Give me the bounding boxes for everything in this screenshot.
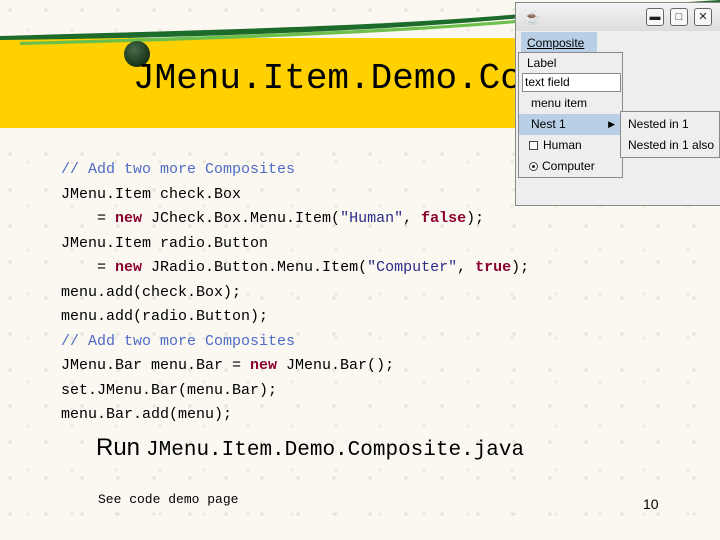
code-line: menu.add(radio.Button); <box>61 305 529 330</box>
run-filename: JMenu.Item.Demo.Composite.java <box>146 439 525 462</box>
code-token: = <box>61 259 116 276</box>
code-token: false <box>421 210 467 227</box>
code-block: // Add two more Composites JMenu.Item che… <box>61 158 529 428</box>
code-token: "Human" <box>340 210 404 227</box>
code-token: , <box>403 210 422 227</box>
menu-item[interactable]: menu item <box>519 93 622 114</box>
code-token: JRadio.Button.Menu.Item( <box>142 259 368 276</box>
code-token: new <box>115 210 143 227</box>
code-token: // Add two more Composites <box>61 332 296 350</box>
menu-radio-computer[interactable]: Computer <box>519 156 622 177</box>
code-token: JMenu.Bar menu.Bar = <box>61 357 251 374</box>
page-number: 10 <box>643 496 659 512</box>
submenu-item-nested-in-1-also[interactable]: Nested in 1 also <box>628 135 714 156</box>
code-line: = new JRadio.Button.Menu.Item("Computer"… <box>61 256 529 281</box>
code-token: true <box>475 259 512 276</box>
see-code-note: See code demo page <box>98 492 239 507</box>
radio-selected-icon <box>529 162 538 172</box>
code-line: menu.Bar.add(menu); <box>61 403 529 428</box>
code-line: JMenu.Bar menu.Bar = new JMenu.Bar(); <box>61 354 529 379</box>
close-button[interactable]: ✕ <box>694 8 712 26</box>
menu-bar: Composite <box>518 32 718 54</box>
code-line: menu.add(check.Box); <box>61 281 529 306</box>
maximize-button[interactable]: □ <box>670 8 688 26</box>
run-label: Run <box>96 434 141 461</box>
code-token: = <box>61 210 116 227</box>
code-token: set.JMenu.Bar(menu.Bar); <box>61 381 278 399</box>
code-token: JMenu.Item check.Box <box>61 185 242 203</box>
code-line: JMenu.Item radio.Button <box>61 232 529 257</box>
menu-composite[interactable]: Composite <box>521 32 597 54</box>
code-token: menu.Bar.add(menu); <box>61 406 233 423</box>
menu-nest-1-label: Nest 1 <box>531 117 566 131</box>
run-line: Run JMenu.Item.Demo.Composite.java <box>96 434 524 462</box>
radio-label: Computer <box>542 159 595 173</box>
code-token: JMenu.Bar(); <box>277 357 395 374</box>
window-titlebar[interactable]: ☕ ▬ □ ✕ <box>516 3 720 31</box>
submenu-item-nested-in-1[interactable]: Nested in 1 <box>628 114 689 135</box>
java-cup-icon: ☕ <box>524 10 541 25</box>
menu-nest-1[interactable]: Nest 1 ▶ <box>519 114 622 135</box>
code-token: menu.add(check.Box); <box>61 283 242 301</box>
code-line: // Add two more Composites <box>61 158 529 183</box>
code-token: , <box>457 259 476 276</box>
code-line: // Add two more Composites <box>61 330 529 355</box>
composite-menu-popup: Label text field menu item Nest 1 ▶ Huma… <box>518 52 623 178</box>
nest-1-submenu: Nested in 1 Nested in 1 also <box>620 111 720 158</box>
menu-checkbox-human[interactable]: Human <box>519 135 622 156</box>
code-token: JMenu.Item radio.Button <box>61 234 269 252</box>
checkbox-label: Human <box>543 138 582 152</box>
code-token: JCheck.Box.Menu.Item( <box>142 210 341 227</box>
code-token: ); <box>511 259 530 276</box>
code-token: new <box>250 357 278 374</box>
code-line: JMenu.Item check.Box <box>61 183 529 208</box>
code-token: // Add two more Composites <box>61 161 296 178</box>
submenu-arrow-icon: ▶ <box>608 119 615 129</box>
menu-text-field[interactable]: text field <box>522 73 621 92</box>
code-line: = new JCheck.Box.Menu.Item("Human", fals… <box>61 207 529 232</box>
menu-label: Label <box>527 56 557 70</box>
code-line: set.JMenu.Bar(menu.Bar); <box>61 379 529 404</box>
checkbox-icon <box>529 141 538 151</box>
code-token: "Computer" <box>367 259 458 276</box>
code-token: ); <box>466 210 485 227</box>
slide-title: JMenu.Item.Demo.Com <box>133 58 544 99</box>
code-token: menu.add(radio.Button); <box>61 308 269 325</box>
minimize-button[interactable]: ▬ <box>646 8 664 26</box>
code-token: new <box>115 259 143 276</box>
